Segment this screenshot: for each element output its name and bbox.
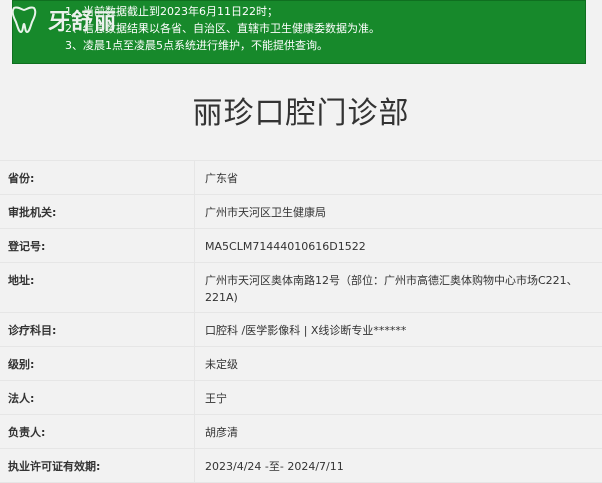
notice-line-3: 3、凌晨1点至凌晨5点系统进行维护，不能提供查询。 [65, 39, 328, 52]
table-row: 执业许可证有效期: 2023/4/24 -至- 2024/7/11 [0, 449, 602, 483]
field-value: 未定级 [205, 358, 238, 371]
table-row: 级别: 未定级 [0, 347, 602, 381]
notice-line-1: 1、当前数据截止到2023年6月11日22时； [65, 5, 278, 18]
field-value: 口腔科 /医学影像科 | X线诊断专业****** [205, 324, 407, 337]
field-label: 省份: [0, 161, 195, 194]
tooth-icon [11, 6, 37, 34]
field-value: 广州市天河区奥体南路12号（部位：广州市高德汇奥体购物中心市场C221、221A… [205, 274, 578, 304]
field-value: 广州市天河区卫生健康局 [205, 206, 326, 219]
field-value: 广东省 [205, 172, 238, 185]
page-title: 丽珍口腔门诊部 [192, 96, 410, 131]
field-label: 诊疗科目: [0, 313, 195, 346]
table-row: 法人: 王宁 [0, 381, 602, 415]
info-table: 省份: 广东省 审批机关: 广州市天河区卫生健康局 登记号: MA5CLM714… [0, 160, 602, 483]
logo-wordmark: 牙舒丽 [48, 9, 118, 35]
field-label: 法人: [0, 381, 195, 414]
table-row: 诊疗科目: 口腔科 /医学影像科 | X线诊断专业****** [0, 313, 602, 347]
table-row: 地址: 广州市天河区奥体南路12号（部位：广州市高德汇奥体购物中心市场C221、… [0, 263, 602, 313]
field-value: 2023/4/24 -至- 2024/7/11 [205, 460, 344, 473]
field-label: 负责人: [0, 415, 195, 448]
watermark-logo: 牙舒丽 [4, 0, 124, 44]
notice-line-2: 2、信息数据结果以各省、自治区、直辖市卫生健康委数据为准。 [65, 22, 380, 35]
field-value: 胡彦清 [205, 426, 238, 439]
table-row: 省份: 广东省 [0, 161, 602, 195]
field-label: 审批机关: [0, 195, 195, 228]
field-label: 级别: [0, 347, 195, 380]
table-row: 负责人: 胡彦清 [0, 415, 602, 449]
field-label: 登记号: [0, 229, 195, 262]
field-value: MA5CLM71444010616D1522 [205, 240, 366, 253]
table-row: 登记号: MA5CLM71444010616D1522 [0, 229, 602, 263]
field-label: 地址: [0, 263, 195, 312]
field-value: 王宁 [205, 392, 227, 405]
field-label: 执业许可证有效期: [0, 449, 195, 482]
table-row: 审批机关: 广州市天河区卫生健康局 [0, 195, 602, 229]
